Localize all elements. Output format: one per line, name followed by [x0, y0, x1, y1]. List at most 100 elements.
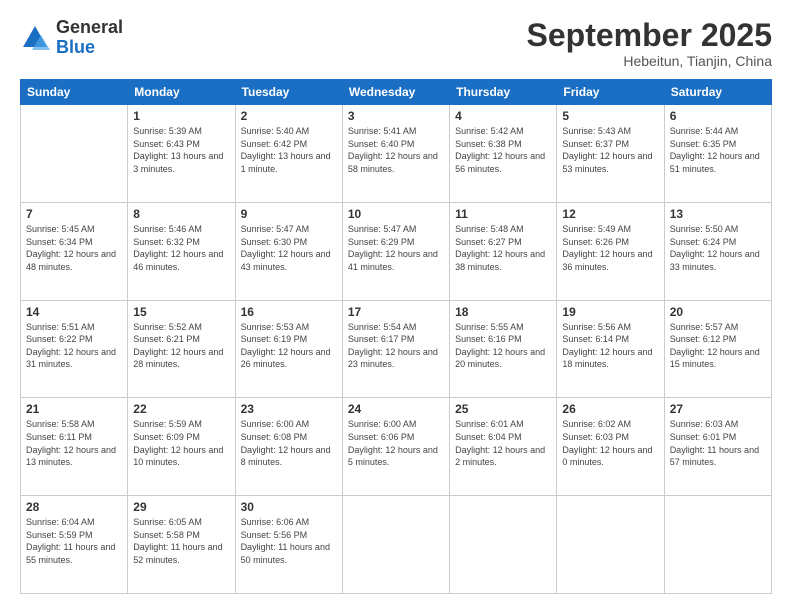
calendar-week-row: 21 Sunrise: 5:58 AMSunset: 6:11 PMDaylig… [21, 398, 772, 496]
day-info: Sunrise: 5:44 AMSunset: 6:35 PMDaylight:… [670, 126, 760, 174]
day-info: Sunrise: 5:42 AMSunset: 6:38 PMDaylight:… [455, 126, 545, 174]
day-number: 14 [26, 305, 122, 319]
calendar-cell: 1 Sunrise: 5:39 AMSunset: 6:43 PMDayligh… [128, 105, 235, 203]
calendar-cell: 4 Sunrise: 5:42 AMSunset: 6:38 PMDayligh… [450, 105, 557, 203]
weekday-header: Thursday [450, 80, 557, 105]
day-number: 2 [241, 109, 337, 123]
day-number: 6 [670, 109, 766, 123]
calendar-cell: 3 Sunrise: 5:41 AMSunset: 6:40 PMDayligh… [342, 105, 449, 203]
day-number: 4 [455, 109, 551, 123]
calendar-cell: 20 Sunrise: 5:57 AMSunset: 6:12 PMDaylig… [664, 300, 771, 398]
day-info: Sunrise: 5:58 AMSunset: 6:11 PMDaylight:… [26, 419, 116, 467]
calendar-cell: 6 Sunrise: 5:44 AMSunset: 6:35 PMDayligh… [664, 105, 771, 203]
calendar-cell [557, 496, 664, 594]
day-info: Sunrise: 6:02 AMSunset: 6:03 PMDaylight:… [562, 419, 652, 467]
day-info: Sunrise: 6:06 AMSunset: 5:56 PMDaylight:… [241, 517, 330, 565]
day-number: 7 [26, 207, 122, 221]
calendar-cell: 13 Sunrise: 5:50 AMSunset: 6:24 PMDaylig… [664, 202, 771, 300]
day-info: Sunrise: 5:41 AMSunset: 6:40 PMDaylight:… [348, 126, 438, 174]
calendar-cell: 23 Sunrise: 6:00 AMSunset: 6:08 PMDaylig… [235, 398, 342, 496]
day-number: 30 [241, 500, 337, 514]
calendar-cell: 15 Sunrise: 5:52 AMSunset: 6:21 PMDaylig… [128, 300, 235, 398]
day-number: 21 [26, 402, 122, 416]
calendar-cell: 8 Sunrise: 5:46 AMSunset: 6:32 PMDayligh… [128, 202, 235, 300]
calendar-week-row: 28 Sunrise: 6:04 AMSunset: 5:59 PMDaylig… [21, 496, 772, 594]
calendar-cell [342, 496, 449, 594]
day-info: Sunrise: 5:48 AMSunset: 6:27 PMDaylight:… [455, 224, 545, 272]
calendar-cell: 27 Sunrise: 6:03 AMSunset: 6:01 PMDaylig… [664, 398, 771, 496]
day-info: Sunrise: 5:57 AMSunset: 6:12 PMDaylight:… [670, 322, 760, 370]
day-info: Sunrise: 5:51 AMSunset: 6:22 PMDaylight:… [26, 322, 116, 370]
day-info: Sunrise: 6:01 AMSunset: 6:04 PMDaylight:… [455, 419, 545, 467]
day-info: Sunrise: 5:46 AMSunset: 6:32 PMDaylight:… [133, 224, 223, 272]
calendar-cell: 29 Sunrise: 6:05 AMSunset: 5:58 PMDaylig… [128, 496, 235, 594]
day-info: Sunrise: 5:40 AMSunset: 6:42 PMDaylight:… [241, 126, 331, 174]
day-number: 26 [562, 402, 658, 416]
day-info: Sunrise: 5:39 AMSunset: 6:43 PMDaylight:… [133, 126, 223, 174]
day-info: Sunrise: 5:53 AMSunset: 6:19 PMDaylight:… [241, 322, 331, 370]
calendar-cell: 10 Sunrise: 5:47 AMSunset: 6:29 PMDaylig… [342, 202, 449, 300]
weekday-header: Monday [128, 80, 235, 105]
calendar-week-row: 1 Sunrise: 5:39 AMSunset: 6:43 PMDayligh… [21, 105, 772, 203]
calendar-cell: 9 Sunrise: 5:47 AMSunset: 6:30 PMDayligh… [235, 202, 342, 300]
calendar-cell: 5 Sunrise: 5:43 AMSunset: 6:37 PMDayligh… [557, 105, 664, 203]
calendar-cell: 11 Sunrise: 5:48 AMSunset: 6:27 PMDaylig… [450, 202, 557, 300]
day-number: 28 [26, 500, 122, 514]
day-info: Sunrise: 5:47 AMSunset: 6:29 PMDaylight:… [348, 224, 438, 272]
calendar-header-row: SundayMondayTuesdayWednesdayThursdayFrid… [21, 80, 772, 105]
day-info: Sunrise: 5:56 AMSunset: 6:14 PMDaylight:… [562, 322, 652, 370]
calendar-cell [21, 105, 128, 203]
calendar-cell: 28 Sunrise: 6:04 AMSunset: 5:59 PMDaylig… [21, 496, 128, 594]
day-info: Sunrise: 5:47 AMSunset: 6:30 PMDaylight:… [241, 224, 331, 272]
logo-text: General Blue [56, 18, 123, 58]
calendar-week-row: 14 Sunrise: 5:51 AMSunset: 6:22 PMDaylig… [21, 300, 772, 398]
day-info: Sunrise: 5:54 AMSunset: 6:17 PMDaylight:… [348, 322, 438, 370]
day-number: 3 [348, 109, 444, 123]
calendar-cell: 12 Sunrise: 5:49 AMSunset: 6:26 PMDaylig… [557, 202, 664, 300]
weekday-header: Sunday [21, 80, 128, 105]
logo-blue: Blue [56, 37, 95, 57]
weekday-header: Wednesday [342, 80, 449, 105]
day-info: Sunrise: 6:05 AMSunset: 5:58 PMDaylight:… [133, 517, 222, 565]
logo-icon [20, 23, 50, 53]
day-info: Sunrise: 5:52 AMSunset: 6:21 PMDaylight:… [133, 322, 223, 370]
weekday-header: Tuesday [235, 80, 342, 105]
location: Hebeitun, Tianjin, China [527, 53, 772, 69]
day-number: 12 [562, 207, 658, 221]
calendar-cell: 21 Sunrise: 5:58 AMSunset: 6:11 PMDaylig… [21, 398, 128, 496]
day-number: 11 [455, 207, 551, 221]
logo-general: General [56, 17, 123, 37]
day-number: 17 [348, 305, 444, 319]
day-number: 13 [670, 207, 766, 221]
calendar-week-row: 7 Sunrise: 5:45 AMSunset: 6:34 PMDayligh… [21, 202, 772, 300]
day-info: Sunrise: 5:55 AMSunset: 6:16 PMDaylight:… [455, 322, 545, 370]
calendar-cell: 26 Sunrise: 6:02 AMSunset: 6:03 PMDaylig… [557, 398, 664, 496]
day-number: 23 [241, 402, 337, 416]
day-number: 1 [133, 109, 229, 123]
day-info: Sunrise: 5:43 AMSunset: 6:37 PMDaylight:… [562, 126, 652, 174]
header: General Blue September 2025 Hebeitun, Ti… [20, 18, 772, 69]
calendar-cell: 17 Sunrise: 5:54 AMSunset: 6:17 PMDaylig… [342, 300, 449, 398]
calendar-cell: 2 Sunrise: 5:40 AMSunset: 6:42 PMDayligh… [235, 105, 342, 203]
calendar-cell [664, 496, 771, 594]
day-info: Sunrise: 5:49 AMSunset: 6:26 PMDaylight:… [562, 224, 652, 272]
day-info: Sunrise: 6:00 AMSunset: 6:08 PMDaylight:… [241, 419, 331, 467]
day-number: 16 [241, 305, 337, 319]
day-info: Sunrise: 6:03 AMSunset: 6:01 PMDaylight:… [670, 419, 759, 467]
weekday-header: Friday [557, 80, 664, 105]
day-number: 10 [348, 207, 444, 221]
calendar-cell: 16 Sunrise: 5:53 AMSunset: 6:19 PMDaylig… [235, 300, 342, 398]
day-number: 18 [455, 305, 551, 319]
day-info: Sunrise: 5:45 AMSunset: 6:34 PMDaylight:… [26, 224, 116, 272]
day-number: 25 [455, 402, 551, 416]
day-info: Sunrise: 6:04 AMSunset: 5:59 PMDaylight:… [26, 517, 115, 565]
day-info: Sunrise: 5:59 AMSunset: 6:09 PMDaylight:… [133, 419, 223, 467]
day-number: 9 [241, 207, 337, 221]
calendar-cell: 7 Sunrise: 5:45 AMSunset: 6:34 PMDayligh… [21, 202, 128, 300]
calendar-cell: 25 Sunrise: 6:01 AMSunset: 6:04 PMDaylig… [450, 398, 557, 496]
day-number: 5 [562, 109, 658, 123]
calendar-table: SundayMondayTuesdayWednesdayThursdayFrid… [20, 79, 772, 594]
day-number: 8 [133, 207, 229, 221]
day-number: 24 [348, 402, 444, 416]
calendar-body: 1 Sunrise: 5:39 AMSunset: 6:43 PMDayligh… [21, 105, 772, 594]
